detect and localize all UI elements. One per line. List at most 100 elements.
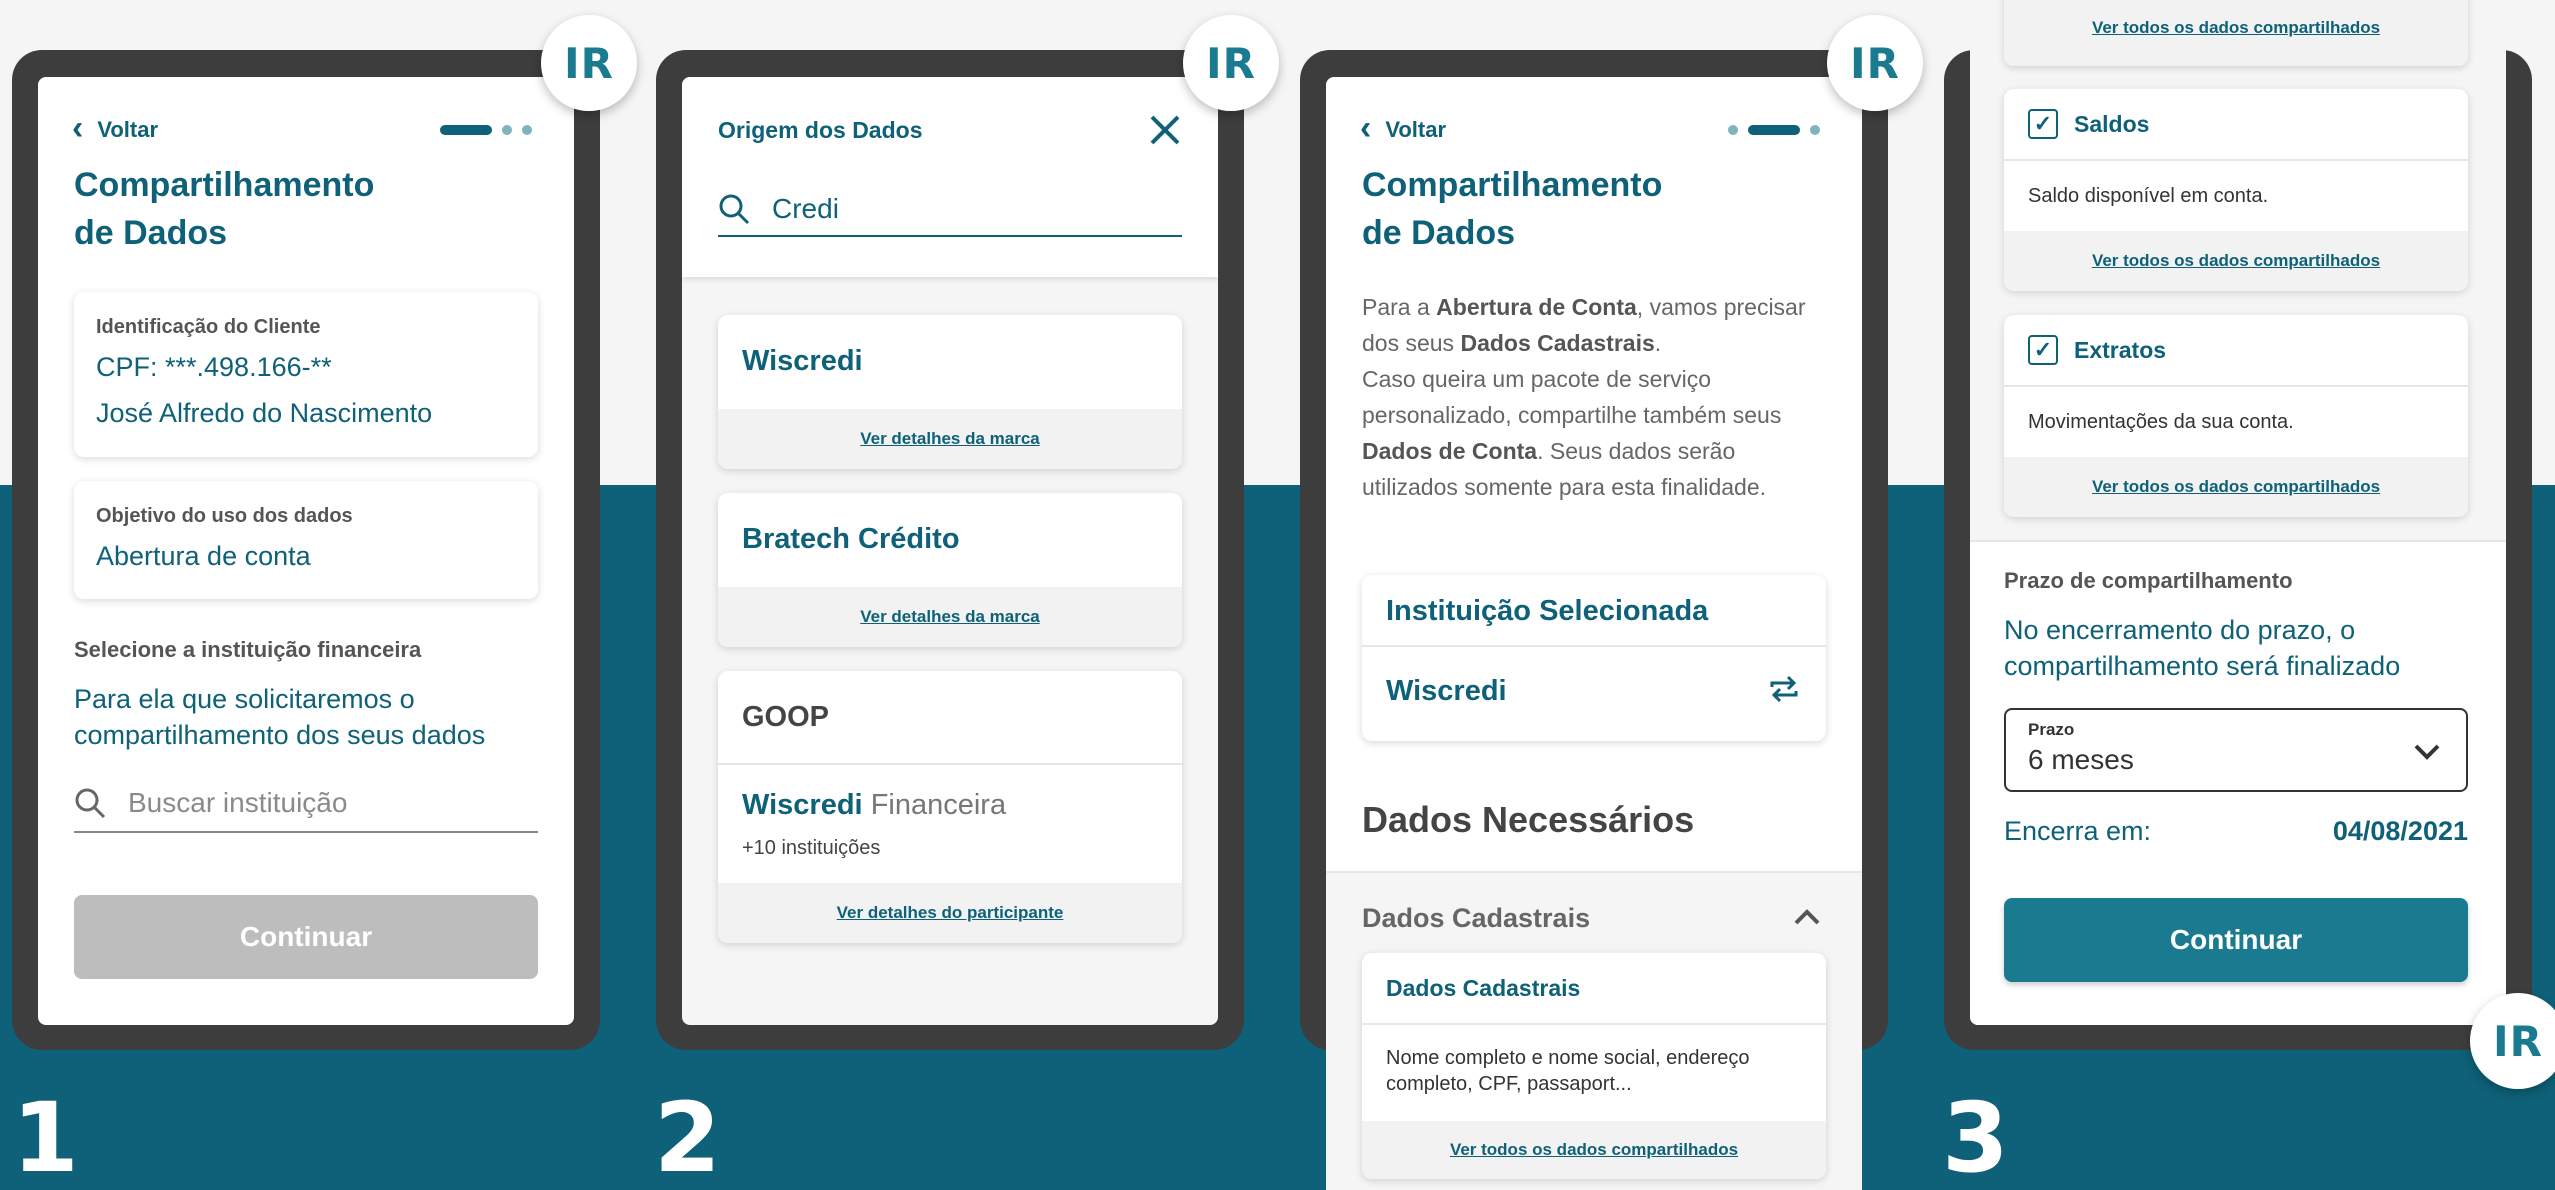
intro-text: . xyxy=(1654,330,1662,356)
data-category-card: Dados Cadastrais Nome completo e nome so… xyxy=(1362,953,1826,1179)
progress-dot xyxy=(522,125,532,135)
progress-dot xyxy=(502,125,512,135)
data-category-desc: Nome completo e nome social, endereço co… xyxy=(1386,1047,1750,1095)
divider xyxy=(2004,159,2468,161)
chevron-up-icon[interactable] xyxy=(1792,903,1822,933)
back-label: Voltar xyxy=(1385,117,1447,142)
brand-card[interactable]: Wiscredi Ver detalhes da marca xyxy=(718,315,1182,469)
divider xyxy=(718,763,1182,765)
chevron-down-icon xyxy=(2414,744,2440,760)
ir-badge: IR xyxy=(1183,15,1279,111)
divider xyxy=(2004,385,2468,387)
search-header-title: Origem dos Dados xyxy=(718,117,923,143)
page-title: Compartilhamento de Dados xyxy=(1362,161,1662,257)
page-title: Compartilhamento de Dados xyxy=(74,161,374,257)
close-icon[interactable] xyxy=(1148,113,1182,147)
participant-brand-bold: Wiscredi xyxy=(742,789,863,821)
step-number-3: 3 xyxy=(1942,1082,2009,1190)
selected-institution-header: Instituição Selecionada xyxy=(1386,595,1709,627)
ir-badge: IR xyxy=(1827,15,1923,111)
data-category-header: ✓ Saldos xyxy=(2028,109,2149,139)
data-category-footer: Ver todos os dados compartilhados xyxy=(2004,457,2468,517)
data-category-card: ✓ Extratos Movimentações da sua conta. V… xyxy=(2004,315,2468,517)
divider xyxy=(1362,1023,1826,1025)
search-input[interactable]: Credi xyxy=(718,193,1182,237)
view-all-data-link[interactable]: Ver todos os dados compartilhados xyxy=(2092,18,2380,38)
ends-date: 04/08/2021 xyxy=(2332,816,2468,846)
page-title-line1: Compartilhamento xyxy=(1362,166,1663,204)
purpose-label: Objetivo do uso dos dados xyxy=(96,505,353,527)
term-label: Prazo de compartilhamento xyxy=(2004,568,2293,593)
intro-bold: Dados Cadastrais xyxy=(1460,330,1655,356)
search-placeholder: Buscar instituição xyxy=(128,787,348,818)
intro-paragraph: Para a Abertura de Conta, vamos precisar… xyxy=(1362,289,1826,505)
accordion-dados-cadastrais[interactable]: Dados Cadastrais Dados Cadastrais Nome c… xyxy=(1326,871,1862,1190)
data-category-desc: Movimentações da sua conta. xyxy=(2028,411,2294,433)
back-label: Voltar xyxy=(97,117,159,142)
brand-card-footer: Ver detalhes da marca xyxy=(718,409,1182,469)
view-all-data-link[interactable]: Ver todos os dados compartilhados xyxy=(1450,1140,1738,1160)
term-text: No encerramento do prazo, o compartilham… xyxy=(2004,615,2401,681)
back-button[interactable]: ‹ Voltar xyxy=(1360,111,1447,145)
select-institution-text: Para ela que solicitaremos o compartilha… xyxy=(74,684,486,750)
checkbox-checked-icon[interactable]: ✓ xyxy=(2028,335,2058,365)
selected-institution-name: Wiscredi xyxy=(1386,675,1507,707)
brand-details-link[interactable]: Ver detalhes da marca xyxy=(860,429,1040,449)
progress-dots xyxy=(440,125,532,135)
select-institution-label: Selecione a instituição financeira xyxy=(74,637,422,662)
step-number-1: 1 xyxy=(12,1082,79,1190)
progress-dot-active xyxy=(440,125,492,135)
page-title-line1: Compartilhamento xyxy=(74,166,375,204)
screen-1: ‹ Voltar Compartilhamento de Dados Ident… xyxy=(38,77,574,1025)
data-category-footer: Ver todos os dados compartilhados xyxy=(1362,1121,1826,1179)
purpose-card: Objetivo do uso dos dados Abertura de co… xyxy=(74,481,538,599)
purpose-value: Abertura de conta xyxy=(96,541,311,571)
chevron-left-icon: ‹ xyxy=(1360,109,1372,147)
view-all-data-link[interactable]: Ver todos os dados compartilhados xyxy=(2092,477,2380,497)
participant-details-link[interactable]: Ver detalhes do participante xyxy=(837,903,1064,923)
intro-bold: Abertura de Conta xyxy=(1436,294,1637,320)
view-all-data-link[interactable]: Ver todos os dados compartilhados xyxy=(2092,251,2380,271)
ir-badge: IR xyxy=(541,15,637,111)
participant-brand-rest: Financeira xyxy=(870,789,1007,821)
data-category-card-top: Ver todos os dados compartilhados xyxy=(2004,0,2468,66)
term-select-label: Prazo xyxy=(2028,720,2075,739)
brand-card[interactable]: Bratech Crédito Ver detalhes da marca xyxy=(718,493,1182,647)
screen-3: ‹ Voltar Compartilhamento de Dados Para … xyxy=(1326,77,1862,1190)
participant-card-footer: Ver detalhes do participante xyxy=(718,883,1182,943)
participant-title: GOOP xyxy=(742,701,830,733)
checkbox-checked-icon[interactable]: ✓ xyxy=(2028,109,2058,139)
intro-text: Caso queira um pacote de serviço persona… xyxy=(1362,366,1782,428)
participant-brand: Wiscredi Financeira xyxy=(742,789,1006,822)
ir-badge: IR xyxy=(2470,993,2555,1089)
data-category-footer: Ver todos os dados compartilhados xyxy=(2004,0,2468,66)
data-category-title: Extratos xyxy=(2074,336,2167,363)
data-category-footer: Ver todos os dados compartilhados xyxy=(2004,231,2468,291)
term-section: Prazo de compartilhamento No encerrament… xyxy=(1970,540,2506,1025)
screen-2: Origem dos Dados Credi Wiscredi Ver deta… xyxy=(682,77,1218,1025)
selected-institution-card: Instituição Selecionada Wiscredi xyxy=(1362,575,1826,741)
brand-details-link[interactable]: Ver detalhes da marca xyxy=(860,607,1040,627)
client-name: José Alfredo do Nascimento xyxy=(96,398,433,428)
search-value: Credi xyxy=(772,193,839,224)
continue-button[interactable]: Continuar xyxy=(2004,898,2468,982)
participant-card[interactable]: GOOP Wiscredi Financeira +10 instituiçõe… xyxy=(718,671,1182,943)
brand-title: Bratech Crédito xyxy=(742,523,960,555)
back-button[interactable]: ‹ Voltar xyxy=(72,111,159,145)
brand-title: Wiscredi xyxy=(742,345,863,377)
term-select-value: 6 meses xyxy=(2028,744,2134,775)
data-category-header: ✓ Extratos xyxy=(2028,335,2166,365)
client-id-card: Identificação do Cliente CPF: ***.498.16… xyxy=(74,292,538,457)
search-institution-input[interactable]: Buscar instituição xyxy=(74,787,538,833)
divider xyxy=(1362,645,1826,647)
search-icon xyxy=(75,788,106,819)
progress-dots xyxy=(1728,125,1820,135)
term-select[interactable]: Prazo 6 meses xyxy=(2004,708,2468,792)
page-title-line2: de Dados xyxy=(74,214,228,252)
data-category-title: Saldos xyxy=(2074,110,2150,137)
data-category-desc: Saldo disponível em conta. xyxy=(2028,185,2269,207)
accordion-label: Dados Cadastrais xyxy=(1362,903,1591,933)
intro-bold: Dados de Conta xyxy=(1362,438,1538,464)
swap-icon[interactable] xyxy=(1766,671,1802,707)
continue-button-disabled[interactable]: Continuar xyxy=(74,895,538,979)
